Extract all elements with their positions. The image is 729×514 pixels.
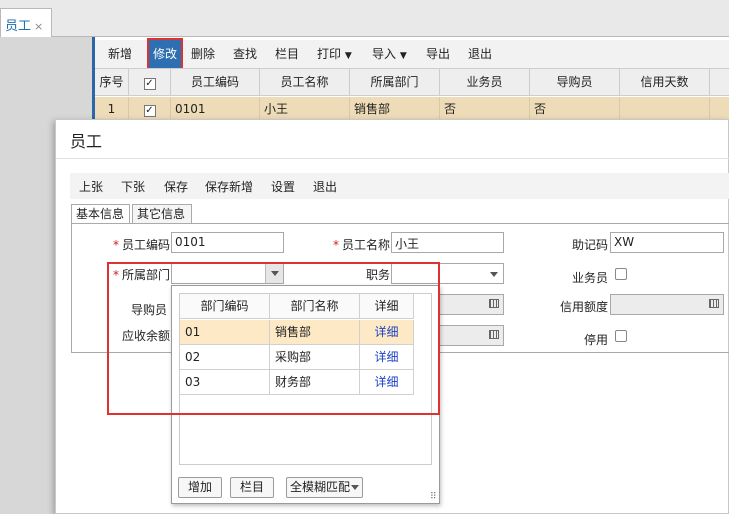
settings-button[interactable]: 设置	[271, 178, 295, 195]
chevron-down-icon: ▼	[399, 51, 407, 61]
chevron-down-icon	[490, 272, 498, 277]
calculator-icon[interactable]	[489, 330, 499, 339]
credit-limit-field[interactable]	[610, 294, 724, 315]
close-icon[interactable]: ×	[34, 20, 43, 33]
chevron-down-icon: ▼	[344, 51, 352, 61]
highlight-box	[107, 262, 440, 415]
match-mode-select[interactable]: 全模糊匹配	[286, 477, 363, 498]
columns-button[interactable]: 栏目	[275, 40, 299, 68]
print-label: 打印	[317, 47, 342, 61]
cell-code: 0101	[171, 97, 260, 121]
edit-button[interactable]: 修改	[147, 38, 184, 70]
cell-salesman: 否	[440, 97, 530, 121]
tab-title: 员工	[5, 19, 32, 34]
salesman-checkbox[interactable]	[615, 268, 627, 280]
col-salesman[interactable]: 业务员	[440, 69, 530, 96]
main-toolbar: 新增 修改 删除 查找 栏目 打印 ▼ 导入 ▼ 导出 退出	[95, 38, 729, 70]
calculator-icon[interactable]	[489, 299, 499, 308]
emp-code-label: * 员工编码	[112, 238, 170, 252]
col-seq[interactable]: 序号	[95, 69, 129, 96]
resize-grip-icon[interactable]: ⠿	[430, 493, 437, 502]
credit-limit-label: 信用额度	[559, 300, 608, 314]
cell-guide: 否	[530, 97, 620, 121]
export-button[interactable]: 导出	[426, 40, 450, 68]
check-icon[interactable]: ✓	[143, 78, 156, 90]
tab-other-info[interactable]: 其它信息	[132, 204, 192, 224]
col-credit-days[interactable]: 信用天数	[620, 69, 710, 96]
print-button[interactable]: 打印 ▼	[317, 40, 352, 68]
chevron-down-icon	[351, 485, 359, 490]
disabled-label: 停用	[583, 333, 608, 347]
tab-basic-info[interactable]: 基本信息	[71, 204, 130, 224]
tab-bar: 员工 ×	[0, 0, 729, 37]
cell-dept: 销售部	[350, 97, 440, 121]
col-dept[interactable]: 所属部门	[350, 69, 440, 96]
import-button[interactable]: 导入 ▼	[372, 40, 407, 68]
tab-employee[interactable]: 员工 ×	[0, 8, 52, 37]
mnemonic-label: 助记码	[571, 238, 608, 252]
dialog-toolbar: 上张 下张 保存 保存新增 设置 退出	[70, 173, 729, 199]
emp-name-label: * 员工名称	[332, 238, 390, 252]
columns-dept-button[interactable]: 栏目	[230, 477, 274, 498]
exit-button[interactable]: 退出	[313, 178, 337, 195]
emp-name-field[interactable]: 小王	[391, 232, 504, 253]
emp-code-field[interactable]: 0101	[171, 232, 284, 253]
salesman-label: 业务员	[571, 271, 608, 285]
col-guide[interactable]: 导购员	[530, 69, 620, 96]
divider	[56, 158, 729, 159]
cell-name: 小王	[260, 97, 350, 121]
add-button[interactable]: 新增	[108, 40, 132, 68]
save-button[interactable]: 保存	[164, 178, 188, 195]
import-label: 导入	[372, 47, 397, 61]
exit-button[interactable]: 退出	[468, 40, 492, 68]
add-dept-button[interactable]: 增加	[178, 477, 222, 498]
table-row[interactable]: 1 ✓ 0101 小王 销售部 否 否	[95, 97, 729, 121]
prev-button[interactable]: 上张	[79, 178, 103, 195]
col-emp-code[interactable]: 员工编码	[171, 69, 260, 96]
cell-seq: 1	[95, 97, 129, 121]
next-button[interactable]: 下张	[121, 178, 145, 195]
row-checkbox[interactable]: ✓	[129, 97, 171, 121]
grid-header: 序号 ✓ 员工编码 员工名称 所属部门 业务员 导购员 信用天数	[95, 68, 729, 96]
calculator-icon[interactable]	[709, 299, 719, 308]
col-select-all[interactable]: ✓	[129, 69, 171, 96]
col-emp-name[interactable]: 员工名称	[260, 69, 350, 96]
cell-credit-days	[620, 97, 710, 121]
delete-button[interactable]: 删除	[191, 40, 215, 68]
save-new-button[interactable]: 保存新增	[205, 178, 253, 195]
find-button[interactable]: 查找	[233, 40, 257, 68]
match-mode-value: 全模糊匹配	[290, 480, 351, 494]
dialog-title: 员工	[70, 132, 103, 151]
disabled-checkbox[interactable]	[615, 330, 627, 342]
mnemonic-field[interactable]: XW	[610, 232, 724, 253]
check-icon[interactable]: ✓	[143, 105, 156, 117]
